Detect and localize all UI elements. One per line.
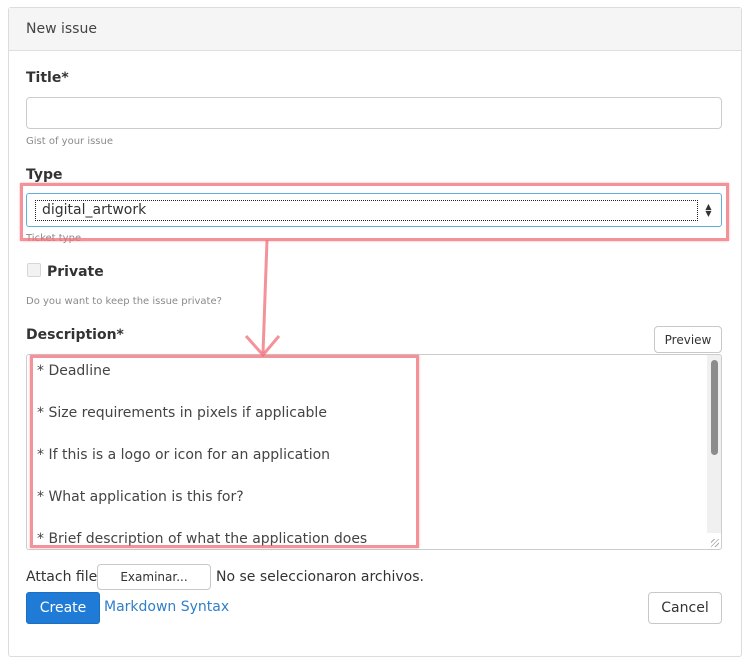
resize-grip-icon[interactable] — [711, 539, 719, 547]
markdown-syntax-link[interactable]: Markdown Syntax — [104, 599, 229, 615]
scrollbar-thumb[interactable] — [711, 360, 718, 455]
card-header: New issue — [9, 8, 741, 51]
title-help: Gist of your issue — [26, 136, 114, 147]
private-checkbox[interactable] — [27, 263, 41, 277]
create-button[interactable]: Create — [26, 592, 100, 624]
annotation-highlight-type — [20, 183, 729, 241]
annotation-highlight-description — [30, 355, 419, 548]
page-title: New issue — [26, 21, 97, 37]
type-label: Type — [26, 167, 63, 183]
title-input[interactable] — [26, 97, 722, 129]
attach-label: Attach file — [26, 569, 98, 585]
description-scrollbar[interactable] — [707, 355, 721, 533]
preview-button[interactable]: Preview — [654, 326, 722, 353]
description-label: Description* — [26, 327, 124, 343]
title-label: Title* — [26, 70, 69, 86]
private-help: Do you want to keep the issue private? — [26, 296, 222, 307]
annotation-arrow-icon — [244, 239, 281, 358]
browse-file-button[interactable]: Examinar... — [97, 564, 211, 590]
private-label: Private — [47, 264, 104, 280]
no-file-text: No se seleccionaron archivos. — [216, 569, 424, 585]
cancel-button[interactable]: Cancel — [648, 592, 722, 624]
